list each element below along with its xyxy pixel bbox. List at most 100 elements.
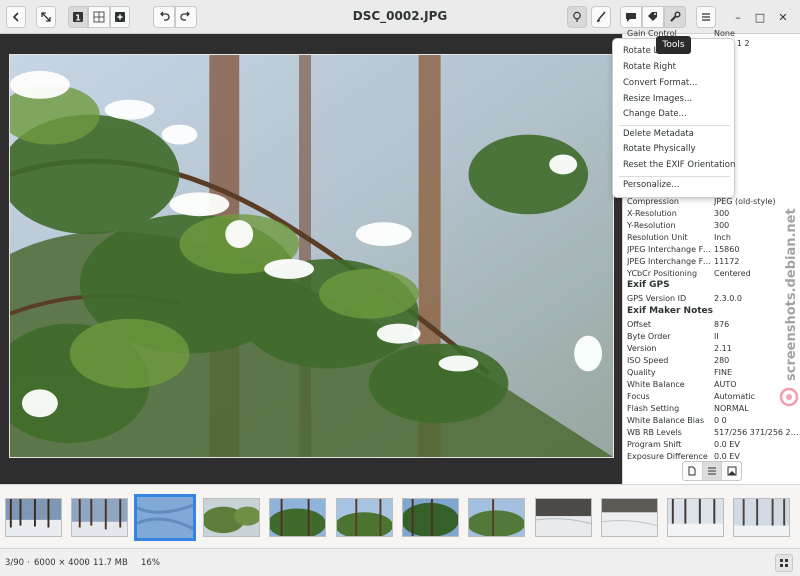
image-icon	[727, 466, 737, 476]
property-row: GPS Version ID 2.3.0.0	[627, 294, 742, 303]
thumbnail[interactable]	[667, 498, 724, 537]
thumbnail-image	[536, 499, 591, 536]
thumbnail[interactable]	[601, 498, 658, 537]
wrench-icon	[670, 11, 681, 22]
window-title: DSC_0002.JPG	[352, 9, 448, 23]
thumbnail-image	[6, 499, 61, 536]
thumbnail[interactable]	[203, 498, 260, 537]
tools-menu: Rotate Left Rotate Right Convert Format.…	[612, 38, 735, 198]
fullscreen-icon	[41, 12, 51, 22]
section-title-gps: Exif GPS	[627, 280, 670, 290]
brush-icon	[597, 11, 606, 22]
thumbnail-image	[137, 497, 193, 538]
watermark-text: screenshots.debian.net	[784, 208, 799, 381]
property-row: White Balance AUTO	[627, 380, 737, 389]
thumbnail[interactable]	[535, 498, 592, 537]
menu-item-resize-images[interactable]: Resize Images...	[623, 94, 733, 104]
thumbnail[interactable]	[5, 498, 62, 537]
image-dimensions: 6000 × 4000	[34, 558, 90, 568]
menu-item-rotate-right[interactable]: Rotate Right	[623, 62, 733, 72]
property-row: WB RB Levels517/256 371/256 256/...	[627, 428, 800, 437]
property-row: Resolution Unit Inch	[627, 233, 731, 242]
menu-separator	[619, 176, 730, 177]
menu-item-reset-exif-orientation[interactable]: Reset the EXIF Orientation	[623, 160, 735, 170]
thumbnail-image	[403, 499, 458, 536]
section-title-maker-notes: Exif Maker Notes	[627, 306, 714, 316]
property-row: Version 2.11	[627, 344, 732, 353]
property-row: Focus Automatic	[627, 392, 756, 401]
svg-text:1: 1	[75, 14, 81, 23]
thumbnail[interactable]	[269, 498, 326, 537]
status-separator: ·	[85, 558, 88, 568]
rotate-left-icon	[160, 11, 170, 21]
menu-separator	[619, 125, 730, 126]
image-position: 3/90	[5, 558, 25, 568]
view-single-button[interactable]: 1	[68, 6, 88, 28]
status-bar: 3/90 · 6000 × 4000 · 11.7 MB 16%	[0, 548, 800, 576]
menu-item-change-date[interactable]: Change Date...	[623, 109, 733, 119]
property-row: X-Resolution 300	[627, 209, 730, 218]
add-button[interactable]	[110, 6, 130, 28]
comment-button[interactable]	[620, 6, 642, 28]
rotate-right-button[interactable]	[175, 6, 197, 28]
file-size: 11.7 MB	[93, 558, 128, 568]
menu-item-rotate-physically[interactable]: Rotate Physically	[623, 144, 733, 154]
add-icon	[115, 12, 125, 22]
tags-button[interactable]	[642, 6, 664, 28]
fullscreen-button[interactable]	[36, 6, 56, 28]
property-row: Offset 876	[627, 320, 730, 329]
image-viewer[interactable]	[0, 34, 622, 484]
property-row: Program Shift 0.0 EV	[627, 440, 740, 449]
thumbnail-image	[469, 499, 524, 536]
thumbnail-image	[668, 499, 723, 536]
menu-item-delete-metadata[interactable]: Delete Metadata	[623, 129, 733, 139]
view-grid-icon	[93, 11, 105, 23]
grid-icon	[780, 559, 788, 567]
thumbnail[interactable]	[402, 498, 459, 537]
thumbnail-image	[602, 499, 657, 536]
tools-tooltip: Tools	[656, 36, 691, 54]
panel-view-switcher	[682, 461, 742, 481]
property-row: ISO Speed 280	[627, 356, 730, 365]
thumbnail[interactable]	[468, 498, 525, 537]
property-row: JPEG Interchange For... 15860	[627, 245, 740, 254]
edit-button[interactable]	[591, 6, 611, 28]
comment-icon	[626, 13, 636, 22]
tags-icon	[648, 12, 657, 21]
thumbnail-toggle-button[interactable]	[775, 554, 793, 572]
maximize-button[interactable]: □	[752, 9, 768, 25]
back-button[interactable]	[6, 6, 26, 28]
thumbnail-image	[270, 499, 325, 536]
list-view-button[interactable]	[702, 462, 723, 480]
property-row: Byte Order II	[627, 332, 719, 341]
menu-item-convert-format[interactable]: Convert Format...	[623, 78, 733, 88]
info-button[interactable]	[567, 6, 587, 28]
thumbnail-image	[72, 499, 127, 536]
lightbulb-icon	[573, 11, 581, 22]
main-photo[interactable]	[9, 54, 614, 458]
list-icon	[708, 467, 716, 475]
main-menu-button[interactable]	[696, 6, 716, 28]
document-view-button[interactable]	[683, 462, 703, 480]
thumbnail[interactable]	[71, 498, 128, 537]
rotate-right-icon	[180, 11, 190, 21]
thumbnail[interactable]	[336, 498, 393, 537]
view-grid-button[interactable]	[88, 6, 110, 28]
minimize-button[interactable]: –	[730, 9, 746, 25]
thumbnail-strip[interactable]	[0, 484, 800, 548]
view-single-icon: 1	[73, 12, 83, 23]
thumbnail-image	[337, 499, 392, 536]
property-row: Y-Resolution 300	[627, 221, 730, 230]
menu-item-personalize[interactable]: Personalize...	[623, 180, 733, 190]
thumbnail[interactable]	[733, 498, 790, 537]
pine-photo-image	[10, 55, 613, 457]
close-button[interactable]: ✕	[775, 9, 791, 25]
property-row: Flash Setting NORMAL	[627, 404, 749, 413]
image-view-button[interactable]	[722, 462, 741, 480]
rotate-left-button[interactable]	[153, 6, 175, 28]
watermark: screenshots.debian.net	[778, 175, 800, 415]
tools-button[interactable]	[664, 6, 686, 28]
property-row: Quality FINE	[627, 368, 732, 377]
hamburger-menu-icon	[702, 13, 710, 21]
thumbnail-selected[interactable]	[134, 494, 196, 541]
